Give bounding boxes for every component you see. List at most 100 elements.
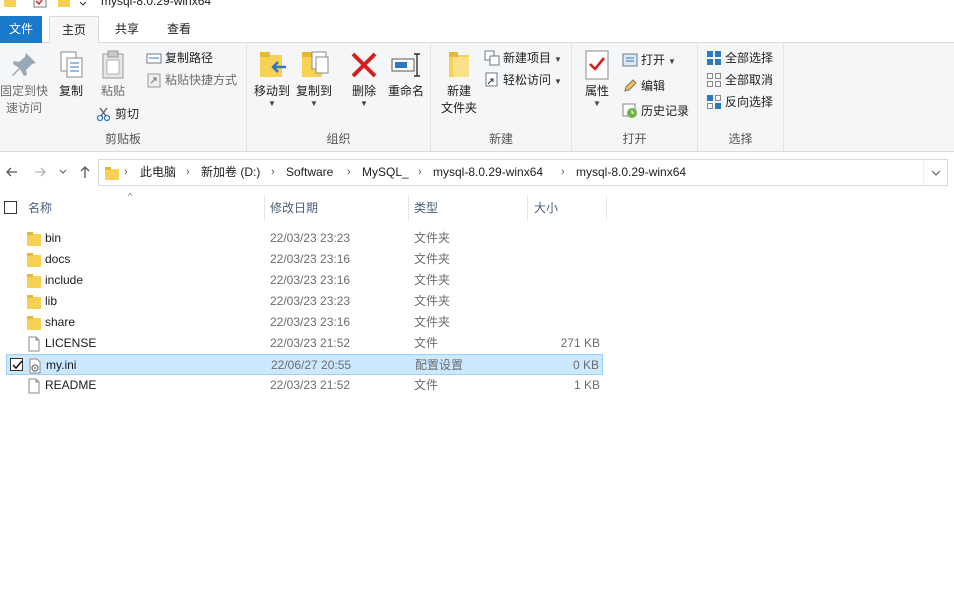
crumb-this-pc[interactable]: 此电脑	[140, 160, 176, 185]
column-divider[interactable]	[527, 196, 528, 220]
list-item[interactable]: README 22/03/23 21:52 文件 1 KB	[6, 375, 603, 396]
chevron-down-icon[interactable]	[78, 0, 88, 8]
file-icon	[28, 378, 40, 394]
properties-button[interactable]: 属性 ▼	[580, 49, 614, 108]
list-item[interactable]: bin 22/03/23 23:23 文件夹	[6, 228, 603, 249]
paste-shortcut-label: 粘贴快捷方式	[165, 73, 238, 87]
crumb-mysql-winx64[interactable]: mysql-8.0.29-winx64	[433, 160, 543, 185]
edit-label: 编辑	[641, 79, 666, 93]
column-divider[interactable]	[408, 196, 409, 220]
list-item-selected[interactable]: my.ini 22/06/27 20:55 配置设置 0 KB	[6, 354, 603, 375]
column-divider[interactable]	[264, 196, 265, 220]
open-group-label: 打开	[622, 132, 647, 146]
file-type: 文件	[414, 336, 439, 350]
new-folder-icon[interactable]	[57, 0, 71, 8]
tab-home[interactable]: 主页	[49, 16, 99, 44]
copy-button[interactable]: 复制	[52, 49, 90, 100]
delete-label: 删除	[351, 84, 376, 98]
file-name: lib	[45, 294, 58, 308]
rename-button[interactable]: 重命名	[385, 49, 427, 100]
new-folder-button[interactable]: 新建 文件夹	[437, 49, 481, 117]
navigation-bar: › 此电脑 › 新加卷 (D:) › Software › MySQL_ › m…	[0, 156, 954, 188]
column-header-type[interactable]: 类型	[414, 195, 527, 221]
address-history-dropdown[interactable]	[923, 160, 947, 185]
up-button[interactable]	[76, 162, 94, 182]
checkmark-icon[interactable]	[33, 0, 47, 8]
pin-label: 固定到快 速访问	[0, 84, 49, 115]
ribbon: 固定到快 速访问 复制 粘贴 复制路径 粘贴快捷方式 剪切 剪贴板 移动到 ▼	[0, 43, 954, 152]
select-all-label: 全部选择	[725, 51, 774, 65]
file-icon	[28, 336, 40, 352]
window-title: mysql-8.0.29-winx64	[101, 0, 212, 8]
chevron-right-icon[interactable]: ›	[418, 160, 422, 185]
tab-view[interactable]: 查看	[156, 16, 202, 43]
folder-icon	[27, 316, 41, 330]
chevron-right-icon[interactable]: ›	[561, 160, 565, 185]
group-organize: 移动到 ▼ 复制到 ▼ 删除 ▼ 重命名 组织	[247, 43, 431, 152]
move-to-button[interactable]: 移动到 ▼	[252, 49, 292, 108]
arrow-right-icon	[35, 167, 46, 177]
list-item[interactable]: docs 22/03/23 23:16 文件夹	[6, 249, 603, 270]
file-type: 文件夹	[414, 252, 451, 266]
list-item[interactable]: LICENSE 22/03/23 21:52 文件 271 KB	[6, 333, 603, 354]
folder-icon	[27, 232, 41, 246]
organize-group-label: 组织	[326, 132, 351, 146]
column-header-modified[interactable]: 修改日期	[270, 195, 408, 221]
crumb-software[interactable]: Software	[286, 160, 333, 185]
crumb-drive-d[interactable]: 新加卷 (D:)	[201, 160, 260, 185]
column-header-size[interactable]: 大小	[534, 195, 606, 221]
settings-file-icon	[29, 358, 41, 374]
folder-icon[interactable]	[3, 0, 17, 8]
move-to-label: 移动到	[253, 84, 290, 98]
select-none-label: 全部取消	[725, 73, 774, 87]
copy-to-icon	[302, 51, 329, 77]
group-open: 属性 ▼ 打开 ▼ 编辑 历史记录 打开	[572, 43, 698, 152]
select-all-checkbox[interactable]	[4, 201, 17, 214]
rename-label: 重命名	[387, 84, 424, 98]
column-header-name[interactable]: 名称	[28, 195, 264, 221]
column-divider[interactable]	[606, 196, 607, 220]
group-select: 全部选择 全部取消 反向选择 选择	[698, 43, 784, 152]
delete-button[interactable]: 删除 ▼	[347, 49, 381, 108]
file-modified: 22/06/27 20:55	[271, 358, 352, 372]
file-modified: 22/03/23 23:16	[270, 273, 351, 287]
row-checkbox-checked[interactable]	[10, 358, 23, 371]
chevron-down-icon: ▼	[554, 77, 562, 86]
copy-to-button[interactable]: 复制到 ▼	[294, 49, 334, 108]
file-size: 1 KB	[573, 378, 600, 392]
title-bar: mysql-8.0.29-winx64	[0, 0, 954, 12]
file-name: bin	[45, 231, 62, 245]
address-bar[interactable]: › 此电脑 › 新加卷 (D:) › Software › MySQL_ › m…	[98, 159, 948, 186]
chevron-right-icon[interactable]: ›	[347, 160, 351, 185]
delete-x-icon	[351, 52, 377, 78]
chevron-right-icon[interactable]: ›	[124, 160, 128, 185]
chevron-right-icon[interactable]: ›	[186, 160, 190, 185]
file-type: 文件夹	[414, 315, 451, 329]
file-modified: 22/03/23 23:23	[270, 294, 351, 308]
cut-label: 剪切	[115, 107, 140, 121]
forward-button[interactable]	[31, 162, 49, 182]
new-item-text: 新建项目	[503, 51, 552, 65]
paste-button[interactable]: 粘贴	[94, 49, 132, 100]
chevron-right-icon[interactable]: ›	[271, 160, 275, 185]
crumb-mysql-winx64-current[interactable]: mysql-8.0.29-winx64	[576, 160, 686, 185]
list-item[interactable]: include 22/03/23 23:16 文件夹	[6, 270, 603, 291]
pin-quick-access-button[interactable]: 固定到快 速访问	[0, 49, 48, 117]
paste-shortcut-icon	[147, 73, 161, 88]
recent-locations-button[interactable]	[56, 162, 70, 182]
tab-file[interactable]: 文件	[0, 16, 42, 43]
clipboard-icon	[102, 50, 124, 79]
easy-access-text: 轻松访问	[503, 73, 552, 87]
arrow-left-icon	[6, 167, 17, 177]
back-button[interactable]	[3, 162, 21, 182]
move-to-icon	[260, 52, 286, 77]
group-new: 新建 文件夹 新建项目 ▼ 轻松访问 ▼ 新建	[431, 43, 572, 152]
folder-icon	[27, 253, 41, 267]
list-item[interactable]: share 22/03/23 23:16 文件夹	[6, 312, 603, 333]
list-item[interactable]: lib 22/03/23 23:23 文件夹	[6, 291, 603, 312]
tab-share[interactable]: 共享	[104, 16, 150, 43]
pin-icon	[12, 53, 36, 76]
new-item-label: 新建项目 ▼	[503, 48, 562, 70]
crumb-mysql[interactable]: MySQL_	[362, 160, 409, 185]
pencil-icon	[624, 79, 637, 92]
